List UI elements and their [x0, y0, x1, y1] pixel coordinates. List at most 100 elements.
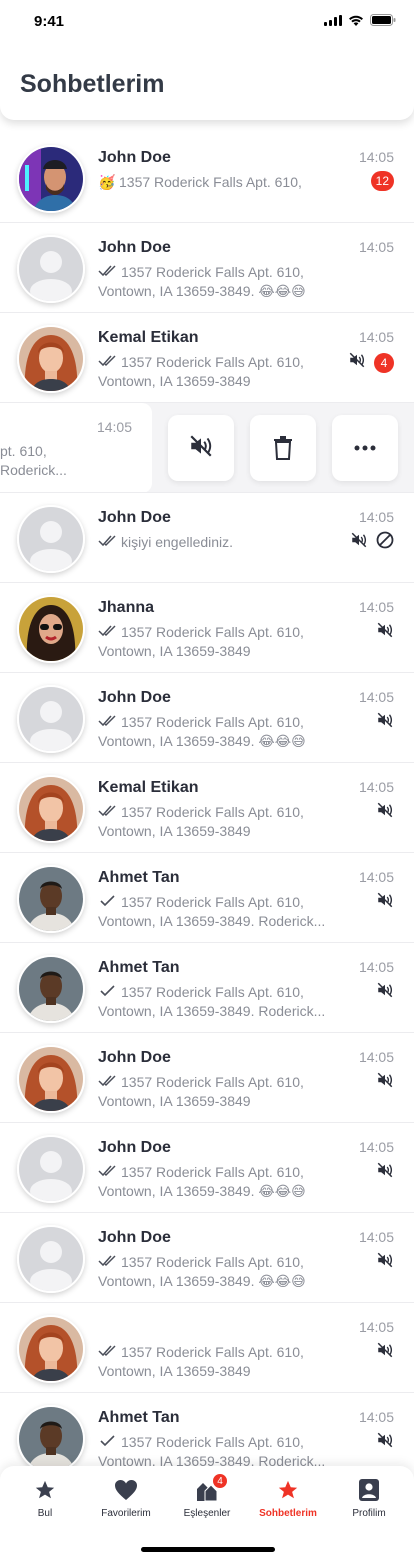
chat-preview: 1357 Roderick Falls Apt. 610, Vontown, I… — [98, 1163, 338, 1201]
avatar[interactable] — [17, 865, 85, 933]
chat-name: Jhanna — [98, 599, 155, 616]
mute-icon — [376, 1161, 394, 1184]
avatar[interactable] — [17, 955, 85, 1023]
chat-list-item[interactable]: Ahmet Tan 1357 Roderick Falls Apt. 610, … — [0, 943, 414, 1033]
tab-eşleşenler[interactable]: 4 Eşleşenler — [166, 1466, 248, 1526]
tab-profilim[interactable]: Profilim — [328, 1466, 410, 1526]
tab-badge: 4 — [212, 1473, 228, 1489]
double-check-icon — [98, 1345, 116, 1357]
chat-preview-line-1: 1357 Roderick Falls Apt. 610, — [121, 1344, 304, 1360]
chat-preview: 1357 Roderick Falls Apt. 610, Vontown, I… — [98, 353, 338, 391]
chat-list-item[interactable]: John Doe 1357 Roderick Falls Apt. 610, V… — [0, 1123, 414, 1213]
chat-preview: 1357 Roderick Falls Apt. 610, Vontown, I… — [98, 983, 338, 1021]
chat-meta — [376, 1431, 394, 1454]
avatar[interactable] — [17, 1405, 85, 1473]
chat-name: Ahmet Tan — [98, 1409, 180, 1426]
double-check-icon — [98, 1165, 116, 1177]
chat-preview-line-2: Vontown, IA 13659-3849. Roderick... — [98, 1003, 326, 1019]
chat-preview-line-1: 1357 Roderick Falls Apt. 610, — [121, 804, 304, 820]
chat-time: 14:05 — [358, 329, 394, 345]
chat-name: Kemal Etikan — [98, 329, 199, 346]
avatar[interactable] — [17, 685, 85, 753]
trash-icon — [274, 436, 292, 460]
avatar[interactable] — [17, 775, 85, 843]
mute-icon — [376, 1251, 394, 1274]
swiped-chat-list-item[interactable]: 14:05 pt. 610, Roderick... — [0, 403, 414, 493]
chat-meta — [376, 981, 394, 1004]
status-icons — [324, 14, 396, 26]
chat-preview-line-2: Vontown, IA 13659-3849 — [98, 1363, 251, 1379]
chat-name: Ahmet Tan — [98, 869, 180, 886]
chat-list-item[interactable]: John Doe 1357 Roderick Falls Apt. 610, V… — [0, 673, 414, 763]
chat-time: 14:05 — [358, 149, 394, 165]
chat-time: 14:05 — [358, 509, 394, 525]
chat-time: 14:05 — [358, 599, 394, 615]
chat-list-item[interactable]: Kemal Etikan 1357 Roderick Falls Apt. 61… — [0, 763, 414, 853]
swiped-chat-card[interactable]: 14:05 pt. 610, Roderick... — [0, 403, 152, 492]
chat-preview-line-1: 1357 Roderick Falls Apt. 610, — [121, 714, 304, 730]
chat-time: 14:05 — [358, 1229, 394, 1245]
chat-preview-line-2: Roderick... — [0, 462, 67, 478]
avatar[interactable] — [17, 1315, 85, 1383]
mute-icon — [348, 351, 366, 374]
mute-icon — [376, 621, 394, 644]
chat-list-item[interactable]: Kemal Etikan 1357 Roderick Falls Apt. 61… — [0, 313, 414, 403]
chat-meta — [376, 891, 394, 914]
chat-list-item[interactable]: Ahmet Tan 1357 Roderick Falls Apt. 610, … — [0, 853, 414, 943]
sticker-emoji-icon: 🥳 — [98, 174, 116, 190]
wifi-icon — [349, 15, 363, 26]
chat-preview-line-1: 1357 Roderick Falls Apt. 610, — [121, 1254, 304, 1270]
chat-preview-line-1: 1357 Roderick Falls Apt. 610, — [121, 894, 304, 910]
chat-list-item[interactable]: 1357 Roderick Falls Apt. 610, Vontown, I… — [0, 1303, 414, 1393]
chat-time: 14:05 — [358, 869, 394, 885]
chat-preview: kişiyi engellediniz. — [98, 533, 338, 552]
chat-list-item[interactable]: Jhanna 1357 Roderick Falls Apt. 610, Von… — [0, 583, 414, 673]
unread-badge: 4 — [374, 352, 394, 373]
chat-time: 14:05 — [358, 239, 394, 255]
more-button[interactable] — [332, 415, 398, 481]
chat-preview-line-1: pt. 610, — [0, 443, 47, 459]
chat-time: 14:05 — [358, 689, 394, 705]
avatar[interactable] — [17, 505, 85, 573]
avatar[interactable] — [17, 145, 85, 213]
tab-favorilerim[interactable]: Favorilerim — [85, 1466, 167, 1526]
chat-meta: 4 — [348, 351, 394, 374]
mute-button[interactable] — [168, 415, 234, 481]
chat-list-item[interactable]: John Doe kişiyi engellediniz. 14:05 — [0, 493, 414, 583]
blocked-icon — [376, 531, 394, 554]
chat-name: Ahmet Tan — [98, 959, 180, 976]
tab-bul[interactable]: Bul — [4, 1466, 86, 1526]
status-bar: 9:41 — [0, 0, 414, 44]
avatar[interactable] — [17, 325, 85, 393]
chat-preview-line-1: 1357 Roderick Falls Apt. 610, — [121, 1434, 304, 1450]
mute-icon — [376, 801, 394, 824]
chat-list-item[interactable]: John Doe 1357 Roderick Falls Apt. 610, V… — [0, 1033, 414, 1123]
avatar[interactable] — [17, 595, 85, 663]
chat-list-item[interactable]: John Doe 1357 Roderick Falls Apt. 610, V… — [0, 223, 414, 313]
delete-button[interactable] — [250, 415, 316, 481]
star-icon — [4, 1479, 86, 1503]
chat-time: 14:05 — [358, 779, 394, 795]
avatar[interactable] — [17, 1045, 85, 1113]
single-check-icon — [100, 985, 115, 997]
chat-meta — [376, 1161, 394, 1184]
mute-icon — [376, 1341, 394, 1364]
chat-name: John Doe — [98, 149, 171, 166]
chat-preview-line-1: 1357 Roderick Falls Apt. 610, — [121, 984, 304, 1000]
chat-list-item[interactable]: John Doe 🥳 1357 Roderick Falls Apt. 610, … — [0, 133, 414, 223]
chat-time: 14:05 — [358, 1049, 394, 1065]
avatar[interactable] — [17, 1135, 85, 1203]
avatar[interactable] — [17, 235, 85, 303]
more-icon — [354, 445, 376, 451]
double-check-icon — [98, 1255, 116, 1267]
mute-icon — [350, 531, 368, 554]
tab-sohbetlerim[interactable]: Sohbetlerim — [247, 1466, 329, 1526]
chat-meta — [376, 621, 394, 644]
avatar[interactable] — [17, 1225, 85, 1293]
chat-list-item[interactable]: John Doe 1357 Roderick Falls Apt. 610, V… — [0, 1213, 414, 1303]
chat-meta — [376, 1071, 394, 1094]
chat-preview: 1357 Roderick Falls Apt. 610, Vontown, I… — [98, 893, 338, 931]
chat-preview-line-2: Vontown, IA 13659-3849. 😂😂😅 — [98, 283, 306, 299]
single-check-icon — [100, 1435, 115, 1447]
tab-label: Profilim — [352, 1508, 386, 1519]
